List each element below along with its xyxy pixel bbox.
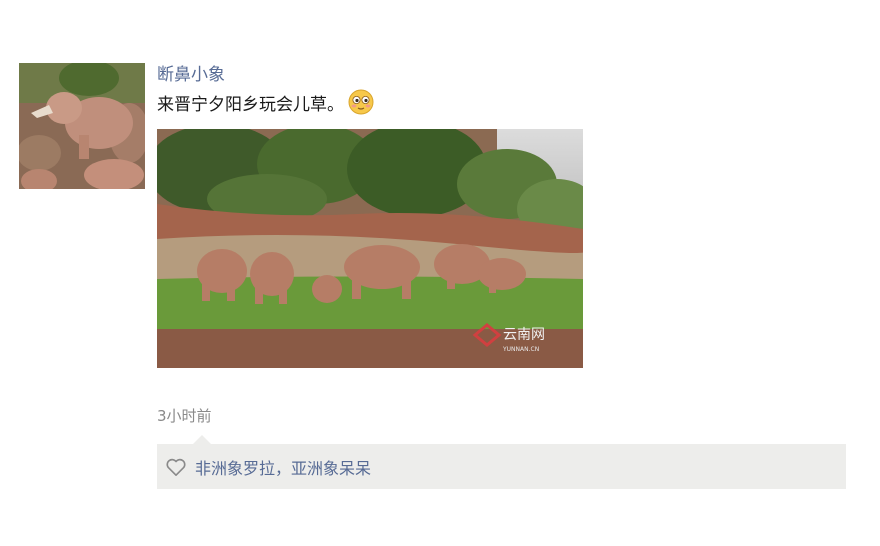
heart-outline-icon [166, 458, 186, 476]
likes-names: 非洲象罗拉，亚洲象呆呆 [195, 455, 371, 479]
svg-text:云南网: 云南网 [503, 327, 545, 343]
likes-separator: ， [275, 458, 292, 478]
elephant-herd-image: 云南网 YUNNAN.CN [157, 129, 583, 368]
post-text: 来晋宁夕阳乡玩会儿草。 [157, 94, 344, 115]
username[interactable]: 断鼻小象 [157, 60, 225, 85]
post-text-row: 来晋宁夕阳乡玩会儿草。 [157, 89, 374, 115]
post-photo[interactable]: 云南网 YUNNAN.CN [157, 129, 583, 368]
likes-pointer [193, 435, 211, 444]
likes-panel: 非洲象罗拉，亚洲象呆呆 [157, 444, 846, 489]
avatar-elephant-image [19, 63, 145, 189]
liker-name[interactable]: 亚洲象呆呆 [291, 459, 371, 478]
svg-text:YUNNAN.CN: YUNNAN.CN [502, 346, 539, 353]
liker-name[interactable]: 非洲象罗拉 [195, 459, 275, 478]
avatar[interactable] [19, 63, 145, 189]
post-timestamp: 3小时前 [157, 407, 212, 425]
shy-smile-emoji-icon [348, 89, 374, 115]
